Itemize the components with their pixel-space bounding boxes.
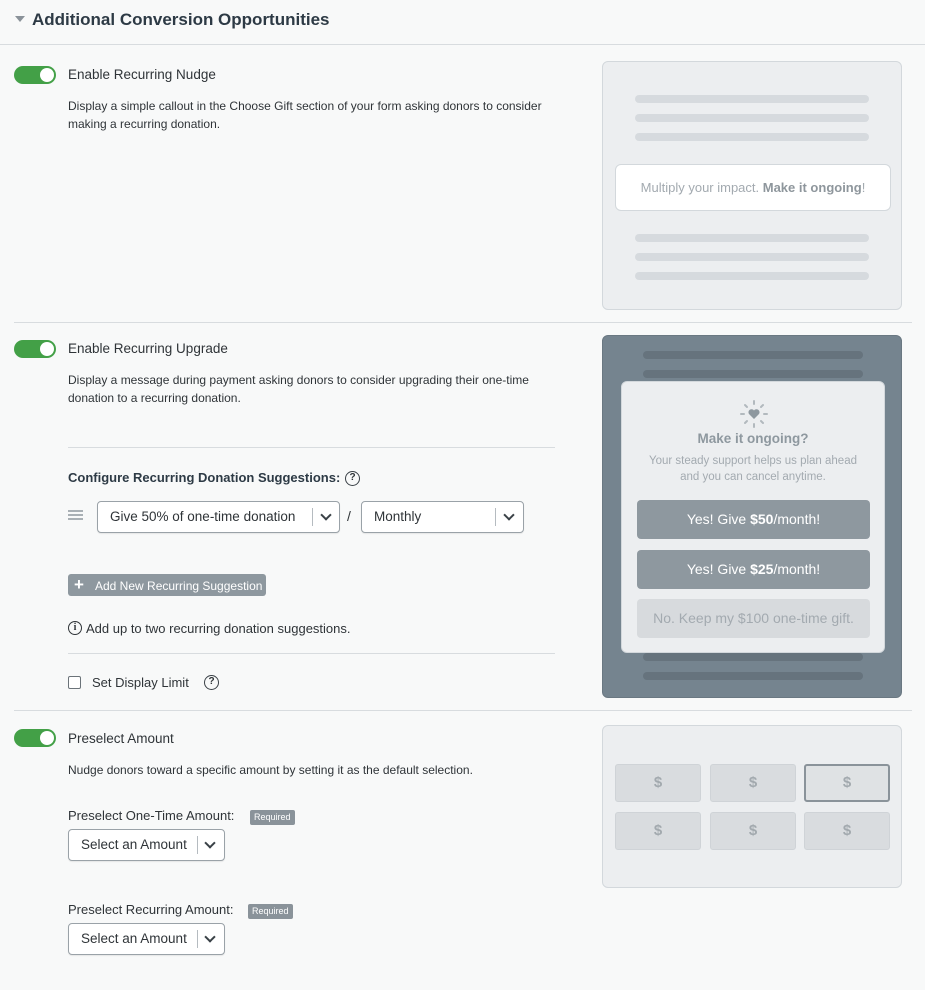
chevron-down-icon [204, 931, 216, 943]
placeholder-line [635, 253, 869, 261]
section-divider [14, 710, 912, 711]
subsection-divider [68, 447, 555, 448]
heart-sparkle-icon [740, 400, 768, 428]
recurring-upgrade-toggle[interactable] [14, 340, 56, 358]
subsection-divider [68, 653, 555, 654]
amount-tile: $ [710, 812, 796, 850]
one-time-amount-select[interactable]: Select an Amount [68, 829, 225, 861]
chevron-down-icon [204, 837, 216, 849]
recurring-upgrade-title: Enable Recurring Upgrade [68, 341, 228, 356]
recurring-nudge-title: Enable Recurring Nudge [68, 67, 216, 82]
toggle-knob [40, 342, 54, 356]
recurring-amount-select[interactable]: Select an Amount [68, 923, 225, 955]
recurring-nudge-toggle[interactable] [14, 66, 56, 84]
section-divider [14, 322, 912, 323]
chevron-down-icon [503, 509, 515, 521]
preselect-amount-description: Nudge donors toward a specific amount by… [68, 763, 473, 777]
amount-tile: $ [710, 764, 796, 802]
display-limit-label: Set Display Limit [92, 675, 189, 690]
help-icon[interactable]: ? [204, 675, 219, 690]
toggle-knob [40, 731, 54, 745]
nudge-callout: Multiply your impact. Make it ongoing! [615, 164, 891, 211]
callout-bold: Make it ongoing [762, 180, 862, 195]
amount-tile: $ [615, 764, 701, 802]
preselect-amount-preview: $ $ $ $ $ $ [602, 725, 902, 888]
toggle-knob [40, 68, 54, 82]
one-time-amount-value: Select an Amount [81, 837, 187, 852]
suggestion-amount-value: Give 50% of one-time donation [110, 509, 296, 524]
recurring-amount-value: Select an Amount [81, 931, 187, 946]
info-icon: i [68, 621, 82, 635]
amount-tile: $ [804, 812, 890, 850]
placeholder-line [643, 370, 863, 378]
drag-handle-icon[interactable] [68, 510, 83, 520]
placeholder-line [635, 95, 869, 103]
suggestion-frequency-value: Monthly [374, 509, 422, 524]
plus-icon: + [74, 575, 84, 594]
suggestion-amount-select[interactable]: Give 50% of one-time donation [97, 501, 340, 533]
amount-tile: $ [615, 812, 701, 850]
one-time-amount-label: Preselect One-Time Amount: [68, 808, 235, 823]
section-title: Additional Conversion Opportunities [32, 10, 330, 29]
placeholder-line [643, 672, 863, 680]
preselect-amount-toggle[interactable] [14, 729, 56, 747]
recurring-amount-label: Preselect Recurring Amount: [68, 902, 234, 917]
recurring-upgrade-description: Display a message during payment asking … [68, 373, 529, 405]
chevron-down-icon [320, 509, 332, 521]
slash-separator: / [347, 508, 351, 524]
upgrade-modal: Make it ongoing? Your steady support hel… [621, 381, 885, 653]
recurring-upgrade-preview: Make it ongoing? Your steady support hel… [602, 335, 902, 698]
display-limit-checkbox[interactable] [68, 676, 81, 689]
callout-end: ! [861, 180, 866, 195]
recurring-nudge-description: Display a simple callout in the Choose G… [68, 99, 542, 131]
modal-text: Your steady support helps us plan ahead … [648, 455, 857, 483]
placeholder-line [635, 234, 869, 242]
info-text: Add up to two recurring donation suggest… [86, 621, 351, 636]
configure-suggestions-label: Configure Recurring Donation Suggestions… [68, 470, 341, 485]
modal-title: Make it ongoing? [697, 431, 809, 446]
placeholder-line [643, 653, 863, 661]
placeholder-line [643, 351, 863, 359]
preselect-amount-title: Preselect Amount [68, 731, 174, 746]
placeholder-line [635, 272, 869, 280]
section-header[interactable]: Additional Conversion Opportunities [0, 0, 925, 45]
help-icon[interactable]: ? [345, 471, 360, 486]
add-suggestion-label: Add New Recurring Suggestion [95, 579, 263, 593]
required-badge: Required [250, 810, 295, 825]
upgrade-50-button: Yes! Give $50/month! [637, 500, 870, 539]
required-badge: Required [248, 904, 293, 919]
suggestion-frequency-select[interactable]: Monthly [361, 501, 524, 533]
keep-one-time-button: No. Keep my $100 one-time gift. [637, 599, 870, 638]
placeholder-line [635, 133, 869, 141]
placeholder-line [635, 114, 869, 122]
collapse-caret-icon[interactable] [15, 16, 25, 22]
recurring-nudge-preview: Multiply your impact. Make it ongoing! [602, 61, 902, 310]
add-recurring-suggestion-button[interactable]: + Add New Recurring Suggestion [68, 574, 266, 596]
callout-text: Multiply your impact. [640, 180, 763, 195]
amount-tile-selected: $ [804, 764, 890, 802]
upgrade-25-button: Yes! Give $25/month! [637, 550, 870, 589]
